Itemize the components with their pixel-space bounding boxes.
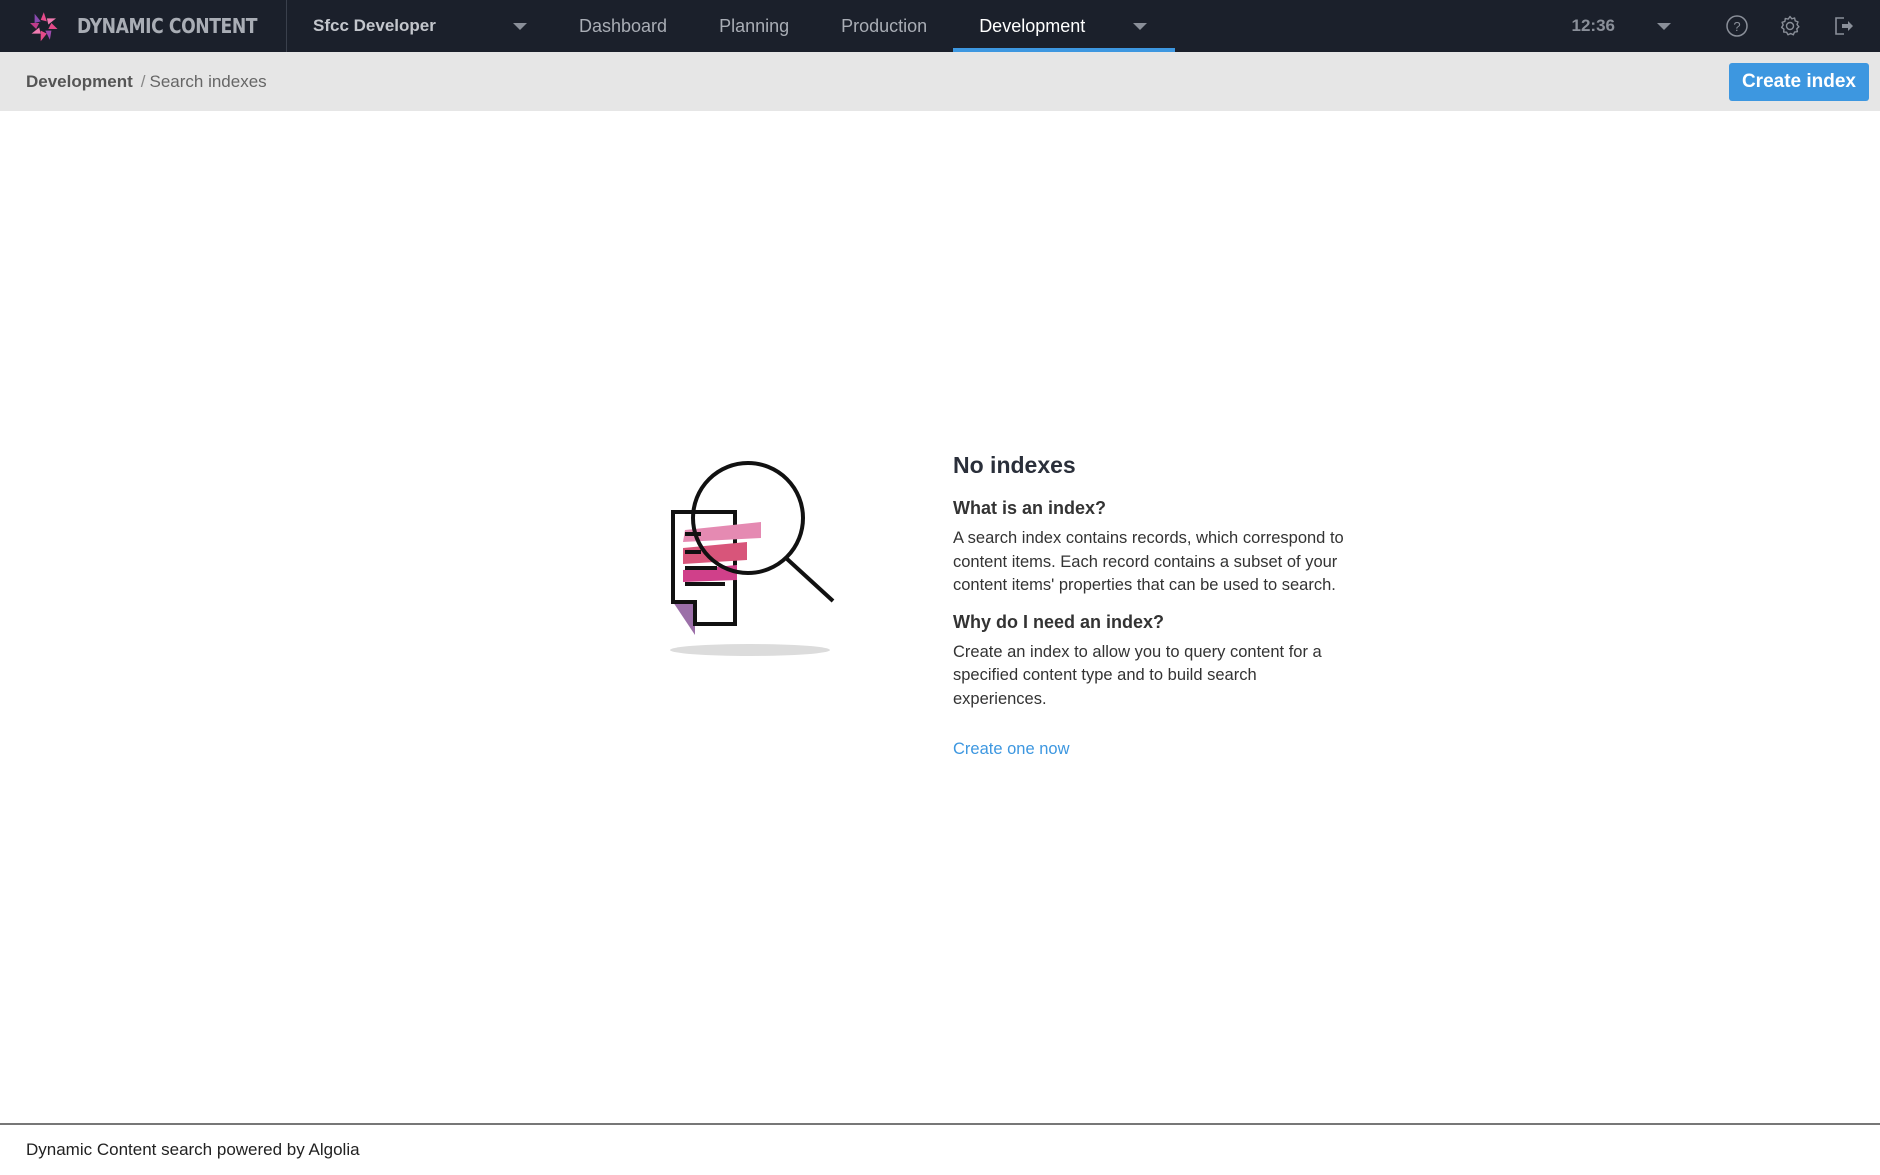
- chevron-down-icon[interactable]: [1657, 22, 1671, 30]
- settings-icon: [1780, 15, 1800, 36]
- clock: 12:36: [1571, 16, 1615, 35]
- breadcrumb: Development / Search indexes: [26, 72, 267, 92]
- empty-state-title: No indexes: [953, 452, 1076, 478]
- dynamic-content-logo-icon[interactable]: [27, 4, 61, 48]
- breadcrumb-separator: /: [140, 71, 146, 91]
- chevron-down-icon[interactable]: [1133, 22, 1148, 30]
- tab-label: Development: [979, 15, 1086, 36]
- empty-state: [0, 111, 1880, 1123]
- create-index-button[interactable]: Create index: [1728, 63, 1869, 101]
- breadcrumb-bar: Development / Search indexes Create index: [0, 52, 1880, 111]
- tab-label: Production: [841, 15, 928, 36]
- footer: Dynamic Content search powered by Algoli…: [0, 1123, 1880, 1175]
- question-why-need-index: Why do I need an index?: [953, 611, 1165, 632]
- tab-label: Planning: [719, 15, 790, 36]
- tab-production[interactable]: Production: [815, 0, 953, 52]
- main-tabs: Dashboard Planning Production Developmen…: [553, 0, 1176, 52]
- search-document-illustration-icon: [670, 461, 835, 656]
- help-icon: ?: [1726, 15, 1748, 37]
- breadcrumb-current: Search indexes: [149, 71, 267, 91]
- help-button[interactable]: ?: [1724, 13, 1750, 39]
- hub-name: Sfcc Developer: [313, 16, 436, 35]
- answer-why-need-index: Create an index to allow you to query co…: [953, 642, 1322, 708]
- brand: DYNAMIC CONTENT: [0, 0, 287, 52]
- answer-what-is-index: A search index contains records, which c…: [953, 529, 1344, 594]
- logout-icon: [1835, 17, 1853, 35]
- question-what-is-index: What is an index?: [953, 498, 1107, 518]
- tab-planning[interactable]: Planning: [693, 0, 815, 52]
- footer-text: Dynamic Content search powered by Algoli…: [26, 1140, 360, 1159]
- svg-text:?: ?: [1733, 19, 1740, 34]
- settings-button[interactable]: [1777, 13, 1803, 39]
- brand-name: DYNAMIC CONTENT: [76, 14, 258, 38]
- nav-right-controls: 12:36 ?: [1572, 0, 1880, 52]
- tab-dashboard[interactable]: Dashboard: [553, 0, 693, 52]
- empty-state-info: No indexes What is an index? A search in…: [953, 452, 1353, 759]
- top-navigation-bar: DYNAMIC CONTENT Sfcc Developer Dashboard…: [0, 0, 1880, 52]
- logout-button[interactable]: [1830, 13, 1856, 39]
- breadcrumb-root[interactable]: Development: [26, 72, 133, 91]
- chevron-down-icon: [513, 22, 527, 30]
- create-one-now-link[interactable]: Create one now: [953, 740, 1070, 759]
- tab-label: Dashboard: [579, 15, 668, 36]
- tab-development[interactable]: Development: [953, 0, 1176, 52]
- hub-selector[interactable]: Sfcc Developer: [287, 0, 545, 52]
